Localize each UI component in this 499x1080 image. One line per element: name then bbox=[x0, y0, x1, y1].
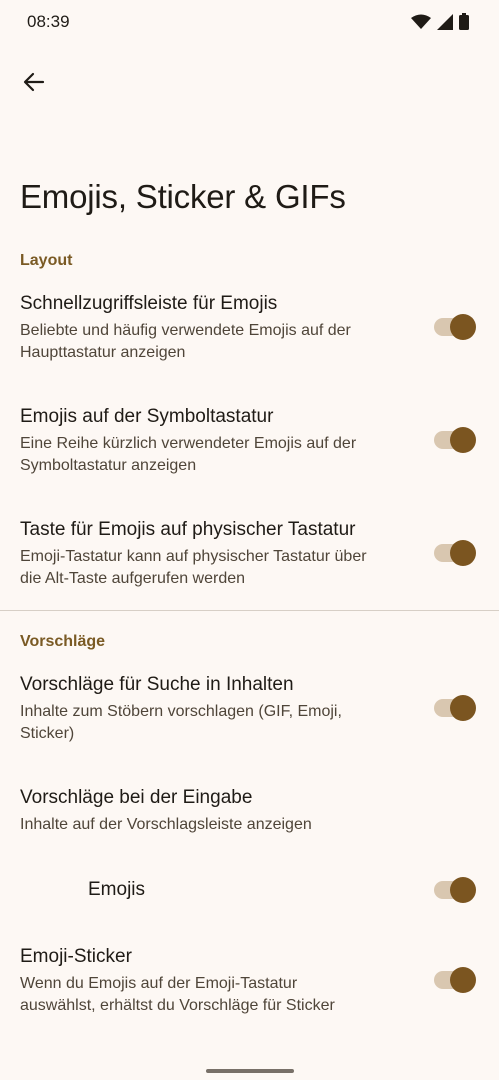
setting-description: Inhalte zum Stöbern vorschlagen (GIF, Em… bbox=[20, 703, 342, 742]
switch-thumb bbox=[450, 427, 476, 453]
setting-description: Wenn du Emojis auf der Emoji-Tastatur au… bbox=[20, 975, 335, 1014]
setting-title: Vorschläge bei der Eingabe bbox=[20, 787, 253, 808]
switch-thumb bbox=[450, 540, 476, 566]
switch-thumb bbox=[450, 695, 476, 721]
arrow-back-icon bbox=[23, 71, 45, 98]
emoji-key-physical-keyboard-switch[interactable] bbox=[434, 540, 476, 566]
section-header-layout: Layout bbox=[20, 252, 73, 269]
status-time: 08:39 bbox=[27, 12, 70, 31]
wifi-icon bbox=[411, 14, 431, 35]
switch-thumb bbox=[450, 967, 476, 993]
setting-title: Vorschläge für Suche in Inhalten bbox=[20, 674, 294, 695]
setting-title: Emojis auf der Symboltastatur bbox=[20, 406, 274, 427]
gesture-nav-handle[interactable] bbox=[206, 1069, 294, 1073]
switch-thumb bbox=[450, 314, 476, 340]
signal-icon bbox=[437, 13, 453, 35]
emoji-sticker-switch[interactable] bbox=[434, 967, 476, 993]
emojis-suggestions-switch[interactable] bbox=[434, 877, 476, 903]
emoji-quick-access-switch[interactable] bbox=[434, 314, 476, 340]
page-title: Emojis, Sticker & GIFs bbox=[20, 178, 346, 215]
setting-title: Schnellzugriffsleiste für Emojis bbox=[20, 293, 278, 314]
content-search-suggestions-switch[interactable] bbox=[434, 695, 476, 721]
setting-description: Inhalte auf der Vorschlagsleiste anzeige… bbox=[20, 816, 312, 833]
setting-description: Emoji-Tastatur kann auf physischer Tasta… bbox=[20, 548, 367, 587]
setting-description: Beliebte und häufig verwendete Emojis au… bbox=[20, 322, 351, 361]
emojis-symbol-keyboard-switch[interactable] bbox=[434, 427, 476, 453]
switch-thumb bbox=[450, 877, 476, 903]
section-header-suggestions: Vorschläge bbox=[20, 633, 106, 650]
setting-title: Taste für Emojis auf physischer Tastatur bbox=[20, 519, 356, 540]
back-button[interactable] bbox=[14, 64, 54, 104]
battery-icon bbox=[459, 13, 469, 35]
status-bar: 08:39 bbox=[0, 0, 499, 44]
setting-title: Emoji-Sticker bbox=[20, 946, 132, 967]
section-divider bbox=[0, 610, 499, 611]
setting-title: Emojis bbox=[88, 879, 146, 900]
status-icons bbox=[411, 13, 469, 35]
setting-description: Eine Reihe kürzlich verwendeter Emojis a… bbox=[20, 435, 357, 474]
